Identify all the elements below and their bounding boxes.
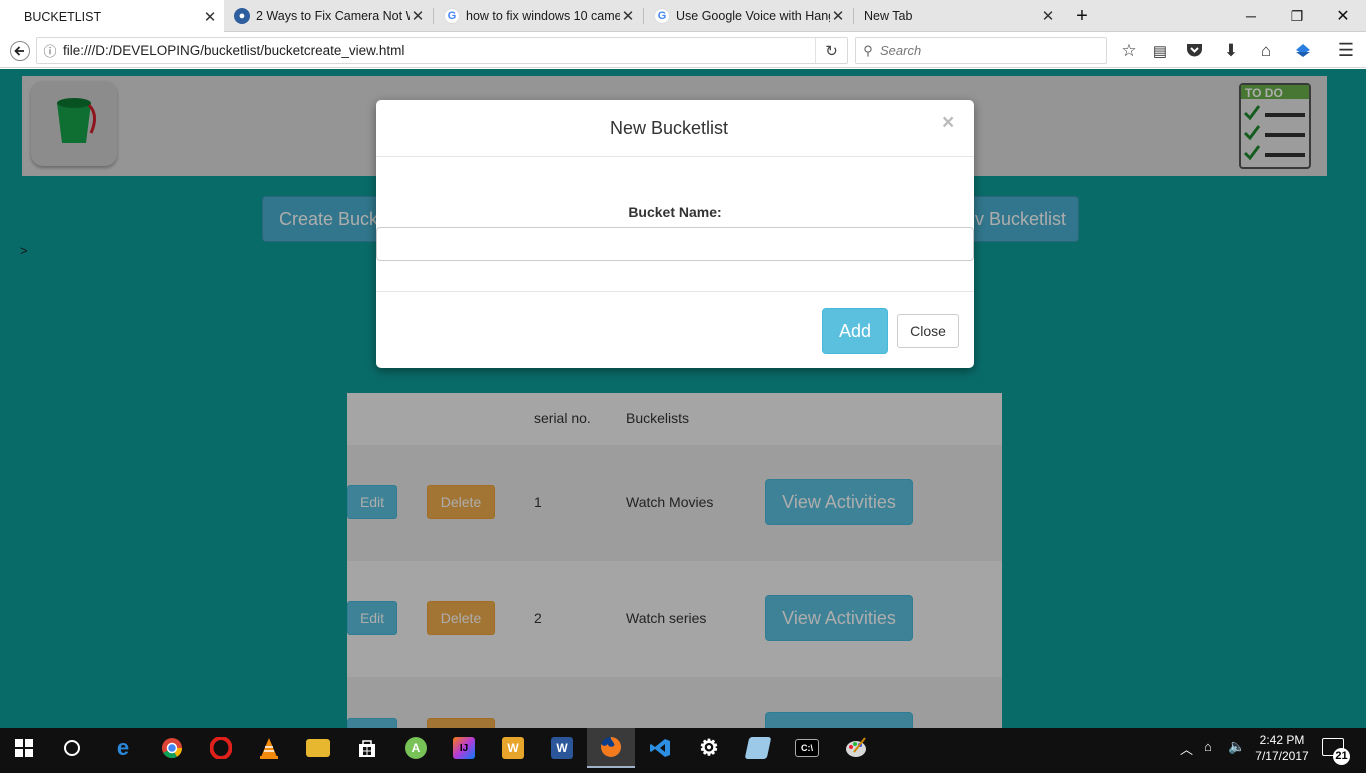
bookmark-star-icon[interactable]: ☆ [1116,33,1142,68]
volume-icon[interactable]: 🔈 [1228,738,1245,755]
search-placeholder: Search [880,43,922,58]
windows-taskbar: e A IJ W W ⚙ C:\ ︿ ⌂ 🔈 2:42 PM 7/17/2017… [0,728,1366,773]
modal-title: New Bucketlist [609,118,729,138]
tab-google-voice[interactable]: G Use Google Voice with Hang ✕ [646,0,852,32]
add-button[interactable]: Add [822,308,888,354]
visual-studio-icon[interactable] [636,728,684,768]
clock-time: 2:42 PM [1259,733,1305,747]
reading-list-icon[interactable]: ▤ [1147,33,1173,68]
clock-date: 7/17/2017 [1255,749,1309,763]
tray-chevron-icon[interactable]: ︿ [1180,739,1193,758]
site-info-icon[interactable]: ⓘ [37,41,63,60]
browser-tab-bar: BUCKETLIST ✕ ● 2 Ways to Fix Camera Not … [0,0,1366,33]
tab-title: 2 Ways to Fix Camera Not W [256,9,410,23]
paint-icon[interactable] [832,728,880,768]
android-studio-icon[interactable]: A [392,728,440,768]
network-icon[interactable]: ⌂ [1204,739,1212,754]
browser-nav-bar: ⓘ file:///D:/DEVELOPING/bucketlist/bucke… [0,33,1366,68]
google-favicon-icon: G [444,8,460,24]
edge-icon[interactable]: e [99,728,147,768]
reload-icon[interactable]: ↻ [815,38,847,63]
tab-divider [643,8,644,24]
menu-icon[interactable]: ☰ [1333,33,1359,68]
back-icon[interactable] [6,33,34,68]
download-icon[interactable]: ⬇ [1218,33,1244,68]
tab-new-tab[interactable]: New Tab ✕ [856,0,1062,32]
home-icon[interactable]: ⌂ [1253,33,1279,68]
close-tab-icon[interactable]: ✕ [410,7,426,25]
new-bucketlist-modal: New Bucketlist × Bucket Name: Add Close [376,100,974,368]
tab-bucketlist[interactable]: BUCKETLIST ✕ [0,0,224,33]
tab-divider [433,8,434,24]
tab-camera-fix[interactable]: ● 2 Ways to Fix Camera Not W ✕ [226,0,432,32]
command-prompt-icon[interactable]: C:\ [783,728,831,768]
tab-title: New Tab [864,9,913,23]
notification-count-badge: 21 [1333,748,1350,765]
firefox-icon[interactable] [587,728,635,768]
windows-start-icon[interactable] [0,728,48,768]
clock[interactable]: 2:42 PM 7/17/2017 [1252,732,1312,764]
tab-title: how to fix windows 10 came [466,9,620,23]
window-close-icon[interactable]: ✕ [1320,0,1366,32]
modal-close-icon[interactable]: × [942,111,954,135]
intellij-icon[interactable]: IJ [440,728,488,768]
modal-header: New Bucketlist × [376,100,974,157]
tab-title: Use Google Voice with Hang [676,9,830,23]
file-explorer-icon[interactable] [294,728,342,768]
minimize-icon[interactable]: ─ [1228,0,1274,32]
search-bar[interactable]: ⚲ Search [855,37,1107,64]
close-button[interactable]: Close [897,314,959,348]
pocket-icon[interactable] [1181,33,1207,68]
restore-icon[interactable]: ❐ [1274,0,1320,32]
close-tab-icon[interactable]: ✕ [830,7,846,25]
url-text[interactable]: file:///D:/DEVELOPING/bucketlist/bucketc… [63,43,404,58]
vlc-icon[interactable] [245,728,293,768]
modal-footer: Add Close [376,291,974,368]
new-tab-button[interactable]: + [1060,0,1104,32]
wamp-icon[interactable]: W [489,728,537,768]
tab-google-search[interactable]: G how to fix windows 10 came ✕ [436,0,642,32]
settings-gear-icon[interactable]: ⚙ [685,728,733,768]
chrome-icon[interactable] [148,728,196,768]
search-icon: ⚲ [863,42,873,58]
word-icon[interactable]: W [538,728,586,768]
extension-icon[interactable] [1290,33,1316,68]
close-tab-icon[interactable]: ✕ [620,7,636,25]
notepad-icon[interactable] [734,728,782,768]
google-favicon-icon: G [654,8,670,24]
opera-icon[interactable] [197,728,245,768]
site-favicon-icon: ● [234,8,250,24]
tab-divider [853,8,854,24]
cortana-icon[interactable] [48,728,96,768]
tab-title: BUCKETLIST [24,9,102,24]
url-bar[interactable]: ⓘ file:///D:/DEVELOPING/bucketlist/bucke… [36,37,848,64]
store-icon[interactable] [343,728,391,768]
close-tab-icon[interactable]: ✕ [1040,7,1056,25]
close-tab-icon[interactable]: ✕ [202,8,218,26]
bucket-name-input[interactable] [376,227,974,261]
bucket-name-label: Bucket Name: [628,204,722,220]
